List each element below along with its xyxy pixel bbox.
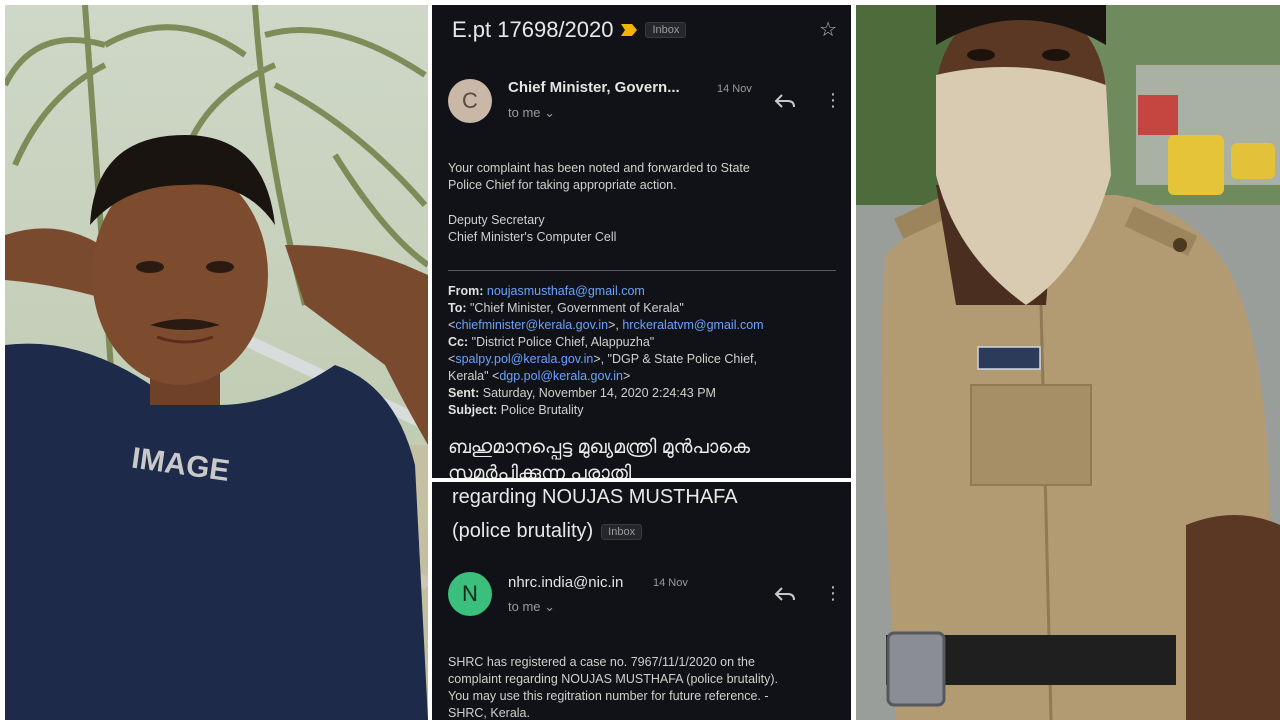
subject-value: Police Brutality [500,403,584,417]
belt-buckle [886,631,946,707]
forwarded-headers: From: noujasmusthafa@gmail.com To: "Chie… [448,284,764,417]
to-email-link[interactable]: chiefminister@kerala.gov.in [455,318,608,332]
cc-email-link[interactable]: dgp.pol@kerala.gov.in [499,369,623,383]
autorickshaw [1168,135,1224,195]
body-line: SHRC has registered a case no. 7967/11/1… [448,655,755,669]
malayalam-heading: സമർപ്പിക്കുന്ന പരാതി [448,463,632,478]
body-line: Police Chief for taking appropriate acti… [448,178,677,192]
police-officer-illustration [856,5,1280,720]
important-marker-icon[interactable] [621,24,638,36]
cc-name: "District Police Chief, Alappuzha" [471,335,655,349]
body-line: Your complaint has been noted and forwar… [448,161,750,175]
right-photo-police-officer [856,5,1280,720]
chevron-down-icon: ⌄ [544,599,556,614]
to-label: To: [448,301,467,315]
man-photo-illustration: IMAGE [5,5,428,720]
inbox-label-badge[interactable]: Inbox [601,523,643,540]
reply-icon[interactable] [774,586,796,602]
signature-line: Chief Minister's Computer Cell [448,230,617,244]
subject-label: Subject: [448,403,498,417]
more-options-icon[interactable]: ⋮ [824,91,842,109]
email-date: 14 Nov [653,577,688,589]
from-email-link[interactable]: noujasmusthafa@gmail.com [487,284,645,298]
star-icon[interactable]: ☆ [819,17,837,42]
cc-label: Cc: [448,335,469,349]
sender-name[interactable]: nhrc.india@nic.in [508,574,623,591]
malayalam-heading: ബഹുമാനപ്പെട്ട മുഖ്യമന്ത്രി മുൻപാകെ [448,437,750,458]
to-email-link[interactable]: hrckeralatvm@gmail.com [622,318,763,332]
sent-value: Saturday, November 14, 2020 2:24:43 PM [482,386,716,400]
sender-avatar[interactable]: N [448,572,492,616]
email-subject: regarding NOUJAS MUSTHAFA [452,486,738,508]
sent-label: Sent: [448,386,480,400]
more-options-icon[interactable]: ⋮ [824,584,842,602]
recipient-details-toggle[interactable]: to me ⌄ [508,599,555,615]
email-body: Your complaint has been noted and forwar… [448,160,750,194]
reply-icon[interactable] [774,93,796,109]
email-subject: (police brutality) [452,520,594,542]
to-me-label: to me [508,105,541,120]
inbox-label-badge[interactable]: Inbox [645,22,687,38]
email-epetition-panel: E.pt 17698/2020 Inbox ☆ C Chief Minister… [432,5,851,478]
email-signature: Deputy Secretary Chief Minister's Comput… [448,212,616,246]
quote-divider [448,270,836,271]
to-me-label: to me [508,599,541,614]
cc-email-link[interactable]: spalpy.pol@kerala.gov.in [455,352,593,366]
cc-name: Kerala" < [448,369,500,383]
recipient-details-toggle[interactable]: to me ⌄ [508,105,555,121]
cc-name: >, "DGP & State Police Chief, [593,352,757,366]
left-photo-man-in-tshirt: IMAGE [5,5,428,720]
email-shrc-panel: regarding NOUJAS MUSTHAFA (police brutal… [432,482,851,720]
body-line: complaint regarding NOUJAS MUSTHAFA (pol… [448,672,778,686]
email-body: SHRC has registered a case no. 7967/11/1… [448,654,778,720]
vehicle [1231,143,1275,179]
to-separator: >, [608,318,623,332]
sender-name[interactable]: Chief Minister, Govern... [508,79,680,96]
email-date: 14 Nov [717,83,752,95]
body-line: You may use this regitration number for … [448,689,769,703]
email-subject: E.pt 17698/2020 [452,17,614,42]
sender-avatar[interactable]: C [448,79,492,123]
email-subject-row: (police brutality) Inbox [452,520,643,543]
shirt-pocket [970,384,1092,486]
name-badge [977,346,1041,370]
from-label: From: [448,284,484,298]
body-line: SHRC, Kerala. [448,706,530,720]
to-name: "Chief Minister, Government of Kerala" [470,301,684,315]
chevron-down-icon: ⌄ [544,105,556,120]
signature-line: Deputy Secretary [448,213,545,227]
email-subject-row: E.pt 17698/2020 Inbox [452,17,687,43]
